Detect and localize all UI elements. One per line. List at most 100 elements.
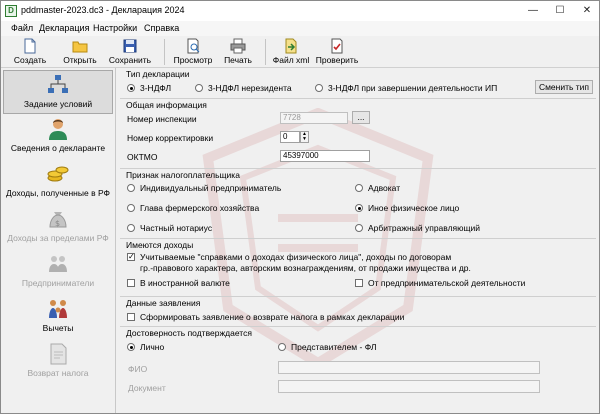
save-button[interactable]: Сохранить	[105, 37, 155, 67]
oktmo-label: ОКТМО	[127, 152, 158, 162]
change-type-button[interactable]: Сменить тип	[535, 80, 593, 94]
income-certificates-checkbox[interactable]: ✓	[127, 253, 135, 261]
sidebar-item-income-rf[interactable]: Доходы, полученные в РФ	[3, 160, 113, 204]
toolbar-separator	[164, 39, 165, 65]
application-title: Данные заявления	[126, 298, 201, 308]
radio-personally[interactable]	[127, 343, 135, 351]
print-button[interactable]: Печать	[217, 37, 259, 67]
inspection-browse-button[interactable]: ...	[352, 111, 370, 124]
sidebar-item-label: Сведения о декларанте	[10, 143, 106, 153]
inspection-input[interactable]: 7728	[280, 112, 348, 124]
maximize-button[interactable]: ☐	[546, 1, 574, 21]
fio-label: ФИО	[128, 364, 148, 374]
general-info-title: Общая информация	[126, 100, 207, 110]
radio-3ndfl[interactable]	[127, 84, 135, 92]
inspection-label: Номер инспекции	[127, 114, 197, 124]
xml-file-icon	[285, 38, 297, 54]
radio-3ndfl-nonresident[interactable]	[195, 84, 203, 92]
radio-private-notary[interactable]	[127, 224, 135, 232]
radio-3ndfl-ip-end[interactable]	[315, 84, 323, 92]
radio-arbitration-manager[interactable]	[355, 224, 363, 232]
sidebar-item-label: Вычеты	[42, 323, 74, 333]
correction-input[interactable]: 0	[280, 131, 300, 143]
check-button-label: Проверить	[315, 55, 359, 65]
document-label: Документ	[128, 383, 166, 393]
radio-other-individual[interactable]	[355, 204, 363, 212]
sidebar-item-conditions[interactable]: Задание условий	[3, 70, 113, 114]
radio-3ndfl-ip-end-label: 3-НДФЛ при завершении деятельности ИП	[328, 83, 498, 93]
refund-document-icon	[50, 343, 67, 365]
foreign-currency-checkbox[interactable]	[127, 279, 135, 287]
preview-icon	[187, 38, 200, 54]
preview-button[interactable]: Просмотр	[169, 37, 217, 67]
radio-individual-entrepreneur[interactable]	[127, 184, 135, 192]
app-icon: D	[5, 5, 17, 17]
check-button[interactable]: Проверить	[313, 37, 361, 67]
conditions-icon	[48, 75, 68, 93]
income-certificates-label-1: Учитываемые "справками о доходах физичес…	[140, 252, 452, 262]
preview-button-label: Просмотр	[173, 55, 213, 65]
family-icon	[49, 300, 67, 318]
open-button-label: Открыть	[63, 55, 97, 65]
radio-arbitration-manager-label: Арбитражный управляющий	[368, 223, 481, 233]
refund-application-checkbox[interactable]	[127, 313, 135, 321]
sidebar-item-entrepreneurs[interactable]: Предприниматели	[3, 250, 113, 294]
oktmo-input[interactable]: 45397000	[280, 150, 370, 162]
new-document-icon	[24, 38, 36, 54]
declaration-type-group: Тип декларации 3-НДФЛ 3-НДФЛ нерезидента…	[120, 68, 596, 99]
xml-file-button-label: Файл xml	[272, 55, 310, 65]
businessmen-icon	[49, 256, 67, 272]
sidebar-item-label: Предприниматели	[21, 278, 95, 288]
foreign-currency-label: В иностранной валюте	[140, 278, 230, 288]
sidebar-item-deductions[interactable]: Вычеты	[3, 295, 113, 339]
income-title: Имеются доходы	[126, 240, 194, 250]
radio-3ndfl-label: 3-НДФЛ	[140, 83, 172, 93]
radio-farm-head-label: Глава фермерского хозяйства	[140, 203, 260, 213]
xml-file-button[interactable]: Файл xml	[269, 37, 313, 67]
sidebar-item-declarant[interactable]: Сведения о декларанте	[3, 115, 113, 159]
confirmation-title: Достоверность подтверждается	[126, 328, 252, 338]
close-button[interactable]: ✕	[573, 1, 599, 21]
sidebar-item-label: Задание условий	[23, 99, 93, 109]
menu-bar: Файл Декларация Настройки Справка	[1, 21, 599, 36]
general-info-group: Общая информация Номер инспекции 7728 ..…	[120, 99, 596, 169]
correction-label: Номер корректировки	[127, 133, 214, 143]
menu-declaration[interactable]: Декларация	[39, 23, 89, 33]
radio-lawyer-label: Адвокат	[368, 183, 401, 193]
main-window: D pddmaster-2023.dc3 - Декларация 2024 —…	[0, 0, 600, 414]
title-bar: D pddmaster-2023.dc3 - Декларация 2024 —…	[1, 1, 599, 21]
coins-icon	[47, 166, 69, 182]
menu-settings[interactable]: Настройки	[93, 23, 137, 33]
fio-input[interactable]	[278, 361, 540, 374]
open-button[interactable]: Открыть	[57, 37, 103, 67]
minimize-button[interactable]: —	[519, 1, 547, 21]
sidebar-item-income-abroad[interactable]: $ Доходы за пределами РФ	[3, 205, 113, 249]
sidebar-item-tax-refund[interactable]: Возврат налога	[3, 340, 113, 384]
refund-application-label: Сформировать заявление о возврате налога…	[140, 312, 405, 322]
radio-lawyer[interactable]	[355, 184, 363, 192]
sidebar-item-label: Возврат налога	[27, 368, 89, 378]
declaration-type-title: Тип декларации	[126, 69, 190, 79]
radio-representative-label: Представителем - ФЛ	[291, 342, 377, 352]
document-input[interactable]	[278, 380, 540, 393]
svg-text:$: $	[55, 219, 60, 228]
menu-file[interactable]: Файл	[11, 23, 33, 33]
main-panel: Тип декларации 3-НДФЛ 3-НДФЛ нерезидента…	[118, 68, 599, 413]
radio-private-notary-label: Частный нотариус	[140, 223, 213, 233]
open-folder-icon	[72, 41, 88, 53]
taxpayer-status-group: Признак налогоплательщика Индивидуальный…	[120, 169, 596, 239]
print-button-label: Печать	[224, 55, 252, 65]
new-button[interactable]: Создать	[7, 37, 53, 67]
toolbar: Создать Открыть Сохранить Просмотр Печат…	[1, 36, 599, 68]
business-income-checkbox[interactable]	[355, 279, 363, 287]
toolbar-separator	[265, 39, 266, 65]
correction-stepper[interactable]: ▲ ▼	[300, 131, 309, 143]
radio-farm-head[interactable]	[127, 204, 135, 212]
menu-help[interactable]: Справка	[144, 23, 179, 33]
confirmation-group: Достоверность подтверждается Лично Предс…	[120, 327, 596, 411]
radio-3ndfl-nonresident-label: 3-НДФЛ нерезидента	[208, 83, 292, 93]
window-title: pddmaster-2023.dc3 - Декларация 2024	[21, 5, 185, 15]
person-icon	[49, 119, 67, 140]
radio-representative[interactable]	[278, 343, 286, 351]
sidebar-item-label: Доходы за пределами РФ	[7, 233, 109, 243]
